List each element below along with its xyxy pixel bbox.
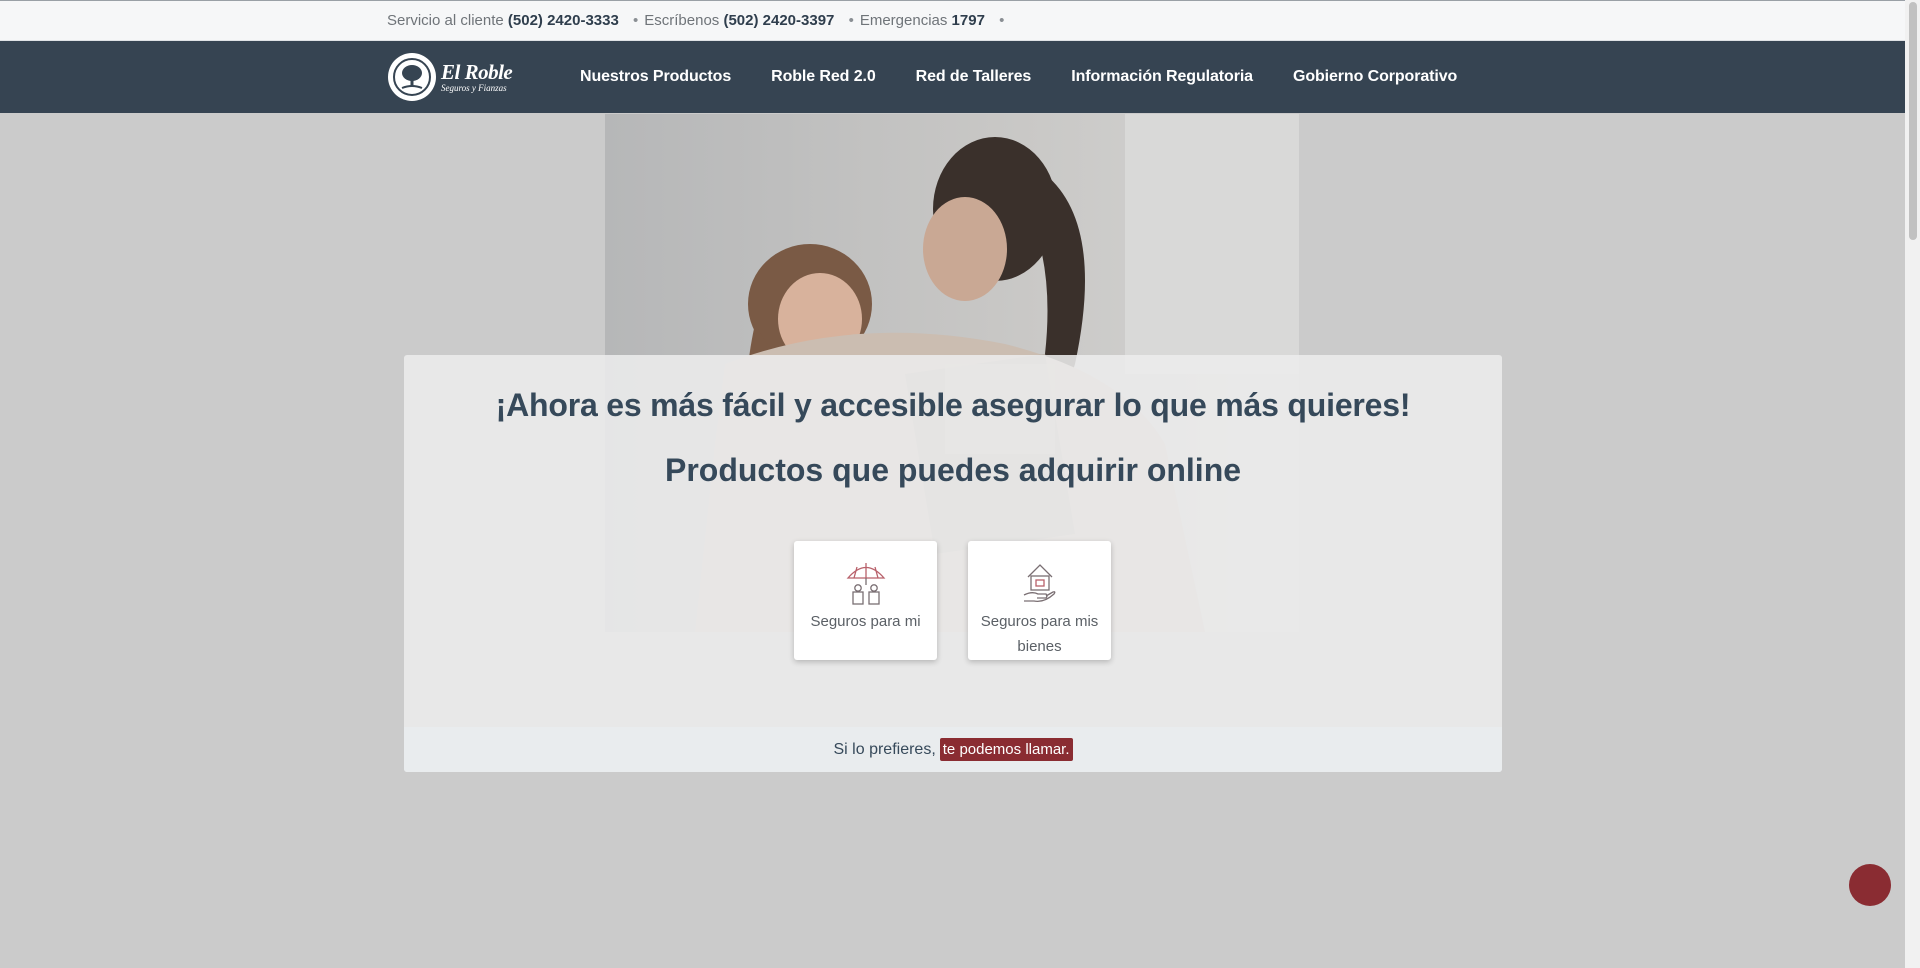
service-label: Servicio al cliente	[387, 12, 504, 29]
write-label: Escríbenos	[644, 12, 720, 29]
contact-info: Servicio al cliente (502) 2420-3333 • Esc…	[387, 12, 1004, 29]
card-label: Seguros para mi	[810, 613, 921, 630]
logo-brand: El Roble	[441, 59, 513, 84]
nav-item-regulatoria[interactable]: Información Regulatoria	[1071, 68, 1253, 86]
service-phone[interactable]: (502) 2420-3333	[508, 12, 619, 29]
house-hand-icon	[1020, 561, 1060, 610]
logo-tagline: Seguros y Fianzas	[441, 82, 507, 93]
emergency-phone[interactable]: 1797	[952, 12, 985, 29]
separator-bullet: •	[999, 12, 1005, 29]
card-label: Seguros para mis bienes	[980, 613, 1099, 655]
call-back-bar: Si lo prefieres, te podemos llamar.	[404, 727, 1502, 772]
page-subtitle: Productos que puedes adquirir online	[664, 452, 1242, 488]
separator-bullet: •	[848, 12, 854, 29]
separator-bullet: •	[632, 12, 639, 29]
logo[interactable]: El Roble Seguros y Fianzas	[388, 50, 524, 104]
call-text: Si lo prefieres,	[833, 740, 936, 758]
emergency-label: Emergencias	[859, 12, 948, 29]
write-phone[interactable]: (502) 2420-3397	[723, 12, 834, 29]
page-title: ¡Ahora es más fácil y accesible asegurar…	[495, 387, 1411, 423]
card-seguros-para-bienes[interactable]: Seguros para mis bienes	[968, 541, 1111, 660]
chat-button[interactable]	[1849, 864, 1891, 906]
nav-item-productos[interactable]: Nuestros Productos	[580, 68, 731, 86]
nav-item-talleres[interactable]: Red de Talleres	[916, 68, 1032, 86]
call-me-link[interactable]: te podemos llamar.	[939, 738, 1073, 761]
nav-links: Nuestros Productos Roble Red 2.0 Red de …	[580, 41, 1497, 113]
main-navbar: El Roble Seguros y Fianzas Nuestros Prod…	[0, 41, 1905, 113]
scrollbar[interactable]	[1905, 0, 1920, 968]
scrollbar-thumb[interactable]	[1909, 2, 1917, 240]
hero-panel: ¡Ahora es más fácil y accesible asegurar…	[404, 355, 1502, 772]
card-seguros-para-mi[interactable]: Seguros para mi	[794, 541, 937, 660]
family-umbrella-icon	[845, 561, 887, 610]
nav-item-gobierno[interactable]: Gobierno Corporativo	[1293, 68, 1457, 86]
nav-item-roble-red[interactable]: Roble Red 2.0	[771, 68, 876, 86]
tree-logo-icon	[388, 53, 436, 101]
top-contact-bar: Servicio al cliente (502) 2420-3333 • Esc…	[0, 0, 1905, 41]
